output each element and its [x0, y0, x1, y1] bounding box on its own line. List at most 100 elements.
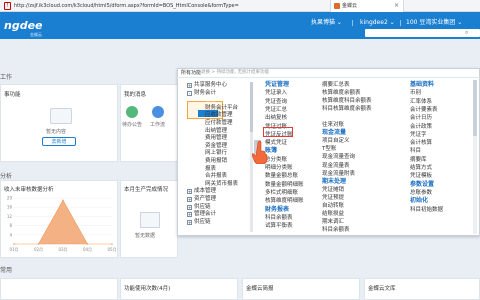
y-tick-label: 16: [7, 205, 13, 210]
menu-function-item[interactable]: 凭证汇总: [265, 106, 287, 114]
tree-item[interactable]: 资产管理: [194, 196, 216, 203]
menu-scrollbar-thumb[interactable]: [473, 80, 477, 136]
menu-function-item[interactable]: 会计政策: [410, 123, 432, 131]
cloud-brief-title: 金蝶云简报: [246, 286, 274, 292]
menu-function-item[interactable]: 科目: [410, 147, 421, 155]
menu-function-item[interactable]: 明细分类账: [265, 164, 293, 172]
menu-function-item[interactable]: 凭证录入: [265, 89, 287, 97]
tree-item[interactable]: 财务会计: [194, 90, 216, 97]
tree-expander-icon[interactable]: +: [187, 219, 192, 225]
org-switcher[interactable]: 100 豆湾实业集团 ⌄: [406, 19, 462, 27]
menu-function-item[interactable]: 结算方式: [410, 164, 432, 172]
tree-item[interactable]: 费用管理: [205, 135, 227, 142]
menu-function-item[interactable]: 科目初始数据: [410, 206, 443, 214]
menu-function-item[interactable]: 自动转账: [322, 202, 344, 210]
menu-function-item[interactable]: 凭证字: [410, 131, 427, 139]
menu-function-item[interactable]: 会计核算: [410, 139, 432, 147]
tree-item[interactable]: 成本管理: [194, 188, 216, 195]
tree-expander-icon[interactable]: +: [187, 83, 192, 88]
tree-item[interactable]: 财务会计平台: [205, 105, 238, 112]
y-tick-label: 8: [9, 223, 12, 228]
tree-item[interactable]: 网上银行: [205, 150, 227, 157]
tree-item[interactable]: 供应链: [194, 204, 211, 211]
menu-function-item[interactable]: 试算平衡表: [265, 222, 293, 230]
menu-function-item[interactable]: 会计要素表: [410, 106, 438, 114]
menu-function-item[interactable]: 期末调汇: [322, 218, 344, 226]
search-input[interactable]: [365, 29, 480, 37]
menu-function-item[interactable]: T型账: [322, 145, 336, 153]
menu-function-item[interactable]: 凭证模板: [410, 172, 432, 180]
msg-item-workflow[interactable]: 工作流: [150, 121, 165, 128]
tree-expander-icon[interactable]: -: [187, 90, 192, 96]
menu-function-item[interactable]: 凭证摊销: [322, 186, 344, 194]
tree-item[interactable]: 管理会计: [194, 211, 216, 218]
menu-function-item[interactable]: 会计日历: [410, 114, 432, 122]
menu-function-item[interactable]: 数量金额总账: [265, 172, 298, 180]
user-menu[interactable]: kingdee2 ⌄: [360, 19, 395, 27]
tree-expander-icon[interactable]: +: [187, 197, 192, 202]
voucher-posting-highlight: [263, 127, 293, 137]
tree-item[interactable]: 费用报销: [205, 158, 227, 165]
menu-function-item[interactable]: 核算维度科目余额表: [322, 97, 372, 105]
menu-function-item[interactable]: 摘要汇总表: [322, 81, 350, 89]
menu-function-item[interactable]: 多栏式明细账: [265, 189, 298, 197]
msg-item-notice[interactable]: 待办公告: [122, 121, 142, 128]
tree-item[interactable]: 出纳管理: [205, 128, 227, 135]
menu-function-item[interactable]: 总账参数: [410, 189, 432, 197]
menu-function-item[interactable]: 结账损益: [322, 210, 344, 218]
todo-empty-text: 暂无内容: [46, 129, 67, 135]
menu-function-item[interactable]: 现金流量附表: [322, 170, 355, 178]
tree-item[interactable]: 资金管理: [205, 143, 227, 150]
menu-function-item[interactable]: 科目余额表: [322, 226, 350, 234]
menu-function-item[interactable]: 数量金额明细账: [265, 181, 304, 189]
search-icon[interactable]: ⌕: [465, 29, 468, 37]
header-divider: [352, 20, 353, 26]
menu-function-item[interactable]: 科目核算维度余额表: [322, 105, 372, 113]
menu-function-item[interactable]: 凭证查询: [265, 98, 287, 106]
section-work-title: 工作: [0, 74, 13, 81]
todo-add-button[interactable]: 去新增: [42, 137, 76, 146]
tree-item[interactable]: 报表: [205, 166, 216, 173]
all-functions-label[interactable]: 所有功能: [181, 69, 201, 77]
messages-card-title: 我的消息: [124, 92, 147, 98]
tree-expander-icon[interactable]: +: [187, 189, 192, 195]
menu-function-item[interactable]: 核算维度余额表: [322, 89, 361, 97]
menu-function-item[interactable]: 摘要库: [410, 156, 427, 164]
tree-item[interactable]: 共享服务中心: [194, 82, 227, 89]
menu-group-title: 现金流量: [322, 129, 347, 137]
menu-function-item[interactable]: 汇率体系: [410, 98, 432, 106]
menu-function-item[interactable]: 现金流量查询: [322, 153, 355, 161]
menu-function-item[interactable]: 凭证预提: [322, 194, 344, 202]
workflow-icon[interactable]: [152, 106, 164, 118]
logo-subtitle: 金蝶云: [30, 32, 42, 37]
url-field[interactable]: http://zsjf.ik3cloud.com/k3cloud/html5/d…: [14, 2, 264, 10]
production-card-title: 本月生产完成情况: [124, 187, 169, 193]
chart-point: [86, 243, 89, 245]
todo-card-title: 事功能: [4, 92, 21, 98]
production-empty-text: 暂无数据: [135, 233, 156, 239]
menu-function-item[interactable]: 出纳复核: [265, 114, 287, 122]
tree-expander-icon[interactable]: +: [187, 212, 192, 218]
menu-group-title: 财务报表: [265, 205, 290, 213]
menu-function-item[interactable]: 核算维度明细账: [265, 197, 304, 205]
menu-group-title: 基础资料: [410, 81, 435, 88]
common-card: [0, 278, 118, 300]
menu-group-title: 参数设置: [410, 180, 435, 188]
tree-item[interactable]: 网关货币报表: [205, 181, 238, 188]
menu-function-item[interactable]: 科目余额表: [265, 214, 293, 222]
tree-expander-icon[interactable]: +: [187, 204, 192, 210]
tree-scrollbar-thumb[interactable]: [250, 82, 253, 132]
empty-data-icon: [140, 212, 160, 228]
header-settings-menu[interactable]: 执果博猫 ⌄: [311, 19, 342, 27]
menu-function-item[interactable]: 币别: [410, 89, 421, 97]
menu-function-item[interactable]: 现金流量表: [322, 162, 350, 170]
tree-item[interactable]: 合并报表: [205, 173, 227, 180]
tree-item[interactable]: 供应链: [194, 219, 211, 226]
tree-item-selected[interactable]: 总账: [205, 97, 216, 104]
tab-close-icon[interactable]: ×: [394, 2, 399, 10]
notice-icon[interactable]: [126, 106, 138, 118]
area-chart: 20 16 12 8 4 01月 02月 03月 04月 05月: [7, 196, 117, 253]
menu-function-item[interactable]: 项目自定义: [322, 137, 350, 145]
tree-item[interactable]: 应收款管理: [205, 112, 233, 119]
tree-item[interactable]: 应付款管理: [205, 120, 233, 127]
